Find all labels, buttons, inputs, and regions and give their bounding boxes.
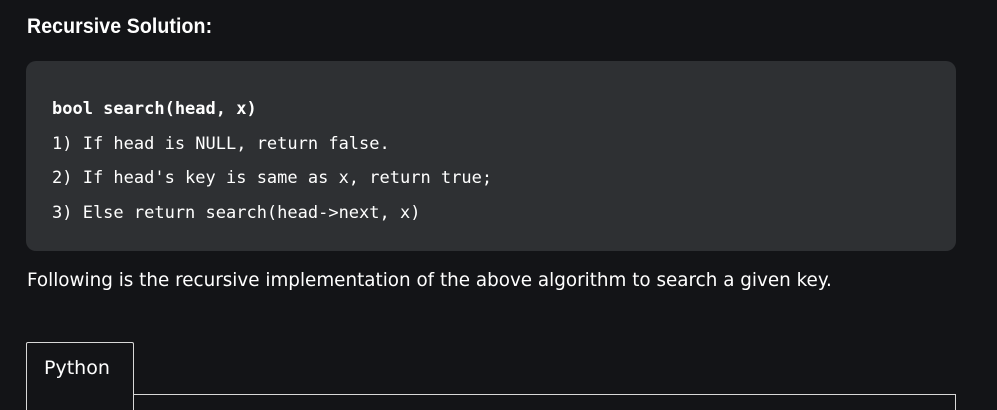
code-line-step-3: 3) Else return search(head->next, x)	[52, 202, 421, 223]
code-block: bool search(head, x) 1) If head is NULL,…	[26, 61, 956, 251]
code-line-step-1: 1) If head is NULL, return false.	[52, 133, 390, 154]
tab-panel-edge	[955, 394, 956, 410]
tab-bar-divider	[133, 394, 956, 395]
tab-python[interactable]: Python	[26, 342, 134, 410]
language-tab-bar: Python	[26, 342, 956, 410]
description-paragraph: Following is the recursive implementatio…	[27, 269, 832, 291]
tab-python-label: Python	[44, 357, 110, 379]
code-line-step-2: 2) If head's key is same as x, return tr…	[52, 168, 493, 188]
section-title: Recursive Solution:	[27, 15, 213, 38]
code-line-signature: bool search(head, x)	[52, 99, 257, 119]
